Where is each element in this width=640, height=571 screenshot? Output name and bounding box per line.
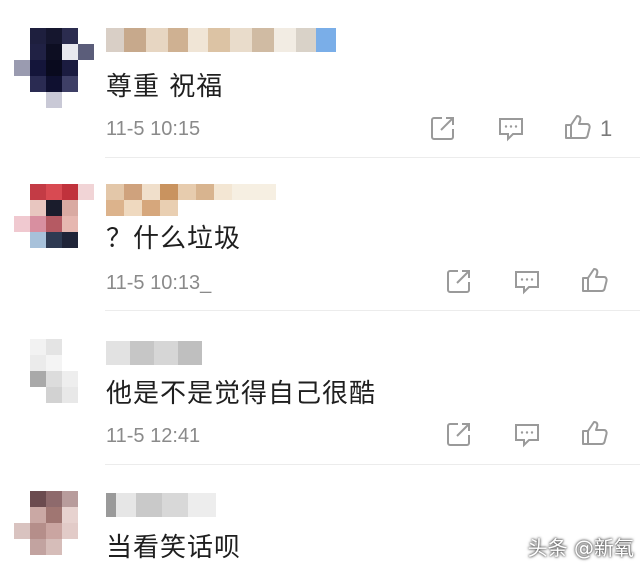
username-blurred[interactable] <box>106 493 216 517</box>
comment-time: 11-5 10:13_ <box>106 272 212 294</box>
username-blurred[interactable] <box>106 28 336 52</box>
username-blurred[interactable] <box>106 341 202 365</box>
comment-text: ？什么垃圾 <box>106 224 242 254</box>
thumbs-up-icon[interactable] <box>579 265 609 295</box>
comment-text: 尊重 祝福 <box>106 72 224 102</box>
comment-text: 当看笑话呗 <box>106 533 242 563</box>
like-count: 1 <box>600 116 613 141</box>
reply-icon[interactable] <box>512 266 542 296</box>
thumbs-up-icon[interactable] <box>562 112 592 142</box>
comment-item: ？什么垃圾 11-5 10:13_ <box>0 158 640 310</box>
avatar[interactable] <box>14 28 94 108</box>
watermark: 头条 @新氧 <box>527 536 634 560</box>
comment-item: 他是不是觉得自己很酷 11-5 12:41 <box>0 311 640 463</box>
avatar[interactable] <box>14 339 94 419</box>
comment-item: 当看笑话呗 头条 @新氧 <box>0 465 640 571</box>
username-blurred[interactable] <box>106 184 276 216</box>
reply-icon[interactable] <box>496 113 526 143</box>
avatar[interactable] <box>14 184 94 264</box>
comment-text: 他是不是觉得自己很酷 <box>106 379 377 409</box>
share-icon[interactable] <box>428 113 458 143</box>
comment-time: 11-5 12:41 <box>106 425 201 447</box>
thumbs-up-icon[interactable] <box>579 418 609 448</box>
comment-item: 尊重 祝福 11-5 10:15 1 <box>0 0 640 157</box>
comment-time: 11-5 10:15 <box>106 118 201 140</box>
share-icon[interactable] <box>444 419 474 449</box>
reply-icon[interactable] <box>512 419 542 449</box>
avatar[interactable] <box>14 491 94 571</box>
share-icon[interactable] <box>444 266 474 296</box>
